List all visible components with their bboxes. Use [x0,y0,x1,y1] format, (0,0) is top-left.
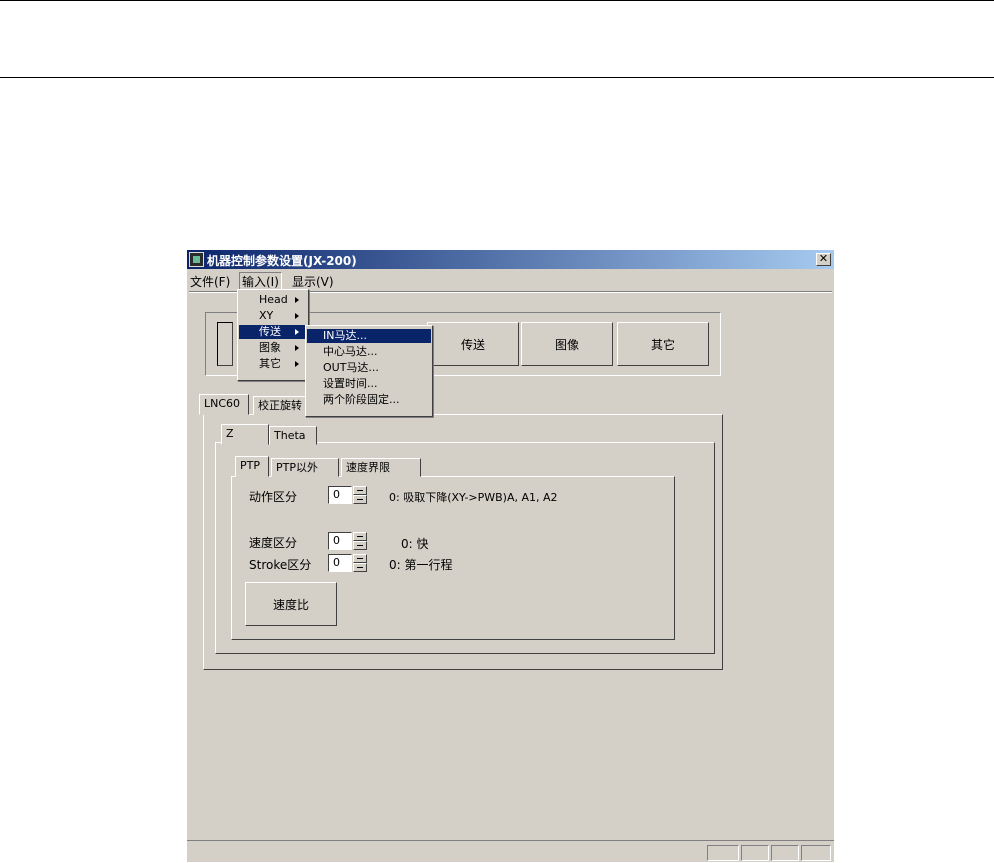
status-cell-1 [707,845,739,861]
action-up-button[interactable] [353,486,367,495]
stroke-down-button[interactable] [353,563,367,572]
menu-bar: 文件(F) 输入(I) 显示(V) [187,270,834,291]
tab-non-ptp[interactable]: PTP以外 [271,458,339,477]
speed-desc: 0: 快 [401,537,429,551]
submenu-item-two-stage-fix[interactable]: 两个阶段固定... [307,393,431,407]
action-label: 动作区分 [249,490,298,504]
action-stepper[interactable]: 0 [328,486,368,504]
second-rule [0,77,994,78]
status-cell-2 [741,845,769,861]
input-dropdown-menu: Head XY 传送 图象 其它 [237,289,309,381]
menu-item-transfer[interactable]: 传送 [239,325,307,339]
stroke-value[interactable]: 0 [328,554,352,572]
submenu-item-out-motor[interactable]: OUT马达... [307,361,431,375]
stroke-desc: 0: 第一行程 [389,558,453,572]
action-down-button[interactable] [353,495,367,504]
other-button[interactable]: 其它 [617,322,709,366]
action-desc: 0: 吸取下降(XY->PWB)A, A1, A2 [389,491,558,504]
transfer-button[interactable]: 传送 [427,322,519,366]
speed-label: 速度区分 [249,536,298,550]
menu-display[interactable]: 显示(V) [292,273,334,290]
submenu-item-center-motor-label: 中心马达... [323,345,378,358]
speed-stepper[interactable]: 0 [328,532,368,550]
status-cell-3 [771,845,799,861]
action-value[interactable]: 0 [328,486,352,504]
submenu-item-out-motor-label: OUT马达... [323,361,379,374]
menu-item-other[interactable]: 其它 [239,357,307,371]
menu-item-image[interactable]: 图象 [239,341,307,355]
submenu-arrow-icon [295,329,299,335]
submenu-arrow-icon [295,297,299,303]
submenu-item-set-time-label: 设置时间... [323,377,378,390]
close-icon: ✕ [818,252,829,265]
title-bar[interactable]: 机器控制参数设置(JX-200) ✕ [187,250,834,269]
speed-up-button[interactable] [353,532,367,541]
submenu-item-in-motor[interactable]: IN马达... [307,329,431,343]
transfer-submenu: IN马达... 中心马达... OUT马达... 设置时间... 两个阶段固定.… [305,325,433,417]
mode-tabs: PTP PTP以外 速度界限 [231,456,471,478]
image-button[interactable]: 图像 [521,322,613,366]
tab-ptp[interactable]: PTP [235,456,269,477]
speed-down-button[interactable] [353,541,367,550]
speed-ratio-button[interactable]: 速度比 [245,582,337,626]
tab-theta[interactable]: Theta [269,426,317,445]
tab-speed-limit[interactable]: 速度界限 [341,458,421,477]
app-icon [189,252,204,267]
menu-item-other-label: 其它 [259,357,281,370]
menu-item-transfer-label: 传送 [259,325,281,338]
status-cell-4 [801,845,831,861]
stroke-label: Stroke区分 [249,558,312,572]
submenu-arrow-icon [295,345,299,351]
top-rule [0,0,994,1]
axis-tabs: Z Theta [217,424,417,446]
submenu-item-set-time[interactable]: 设置时间... [307,377,431,391]
window-title: 机器控制参数设置(JX-200) [207,254,357,268]
menu-item-xy-label: XY [259,309,274,322]
submenu-item-center-motor[interactable]: 中心马达... [307,345,431,359]
menu-item-xy[interactable]: XY [239,309,307,323]
menu-file[interactable]: 文件(F) [190,273,230,290]
menu-item-head[interactable]: Head [239,293,307,307]
speed-value[interactable]: 0 [328,532,352,550]
main-window: 机器控制参数设置(JX-200) ✕ 文件(F) 输入(I) 显示(V) 传送 … [186,250,834,862]
submenu-arrow-icon [295,313,299,319]
stroke-stepper[interactable]: 0 [328,554,368,572]
tab-correction-rotation[interactable]: 校正旋转 [253,396,307,415]
menu-item-image-label: 图象 [259,341,281,354]
menu-item-head-label: Head [259,293,288,306]
submenu-item-in-motor-label: IN马达... [323,329,367,342]
tab-z[interactable]: Z [221,424,269,445]
stroke-up-button[interactable] [353,554,367,563]
tab-lnc60[interactable]: LNC60 [199,394,249,415]
status-bar [187,840,834,863]
submenu-item-two-stage-fix-label: 两个阶段固定... [323,393,400,406]
close-button[interactable]: ✕ [816,253,831,266]
head-button-partial[interactable] [217,322,233,366]
submenu-arrow-icon [295,361,299,367]
